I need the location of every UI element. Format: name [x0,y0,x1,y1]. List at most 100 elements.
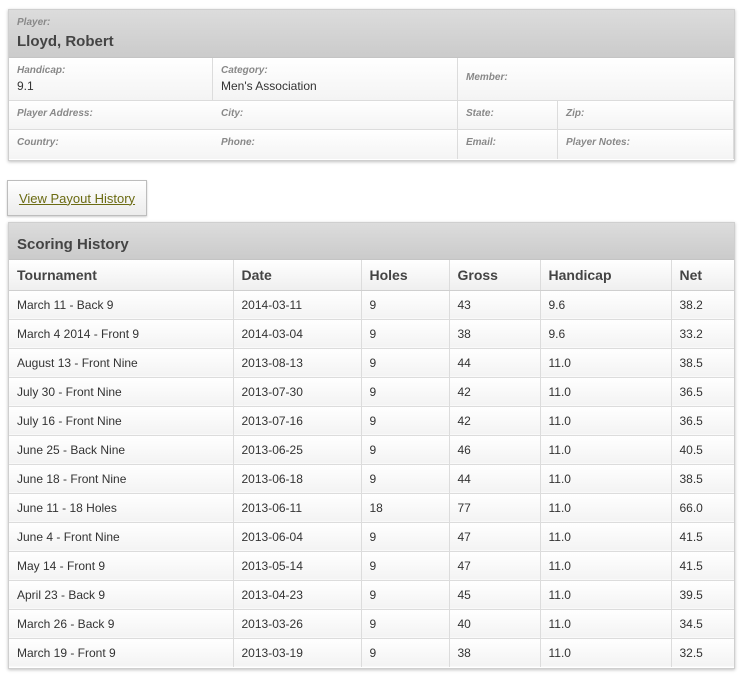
cell-date: 2014-03-11 [233,290,362,320]
cell-handicap: 11.0 [540,638,672,667]
cell-handicap: 9.6 [540,319,672,349]
address-label: Player Address: [17,108,93,119]
cell-tournament: August 13 - Front Nine [9,348,234,378]
cell-tournament: March 4 2014 - Front 9 [9,319,234,349]
cell-handicap: 11.0 [540,435,672,465]
cell-date: 2013-05-14 [233,551,362,581]
category-value: Men's Association [221,79,317,93]
cell-net: 41.5 [671,551,734,581]
cell-holes: 9 [361,290,450,320]
cell-date: 2013-03-19 [233,638,362,667]
table-row: April 23 - Back 9 2013-04-23 9 45 11.0 39.5 [9,580,734,610]
cell-holes: 9 [361,435,450,465]
scoring-table-body: March 11 - Back 9 2014-03-11 9 43 9.6 38.2 Mar… [9,290,734,667]
table-row: July 16 - Front Nine 2013-07-16 9 42 11.0 36.… [9,406,734,436]
cell-holes: 9 [361,609,450,639]
cell-handicap: 11.0 [540,406,672,436]
table-row: May 14 - Front 9 2013-05-14 9 47 11.0 41.5 [9,551,734,581]
column-header-gross[interactable]: Gross [449,260,541,291]
cell-holes: 9 [361,522,450,552]
handicap-cell: Handicap: 9.1 [9,58,213,101]
table-row: June 18 - Front Nine 2013-06-18 9 44 11.0 38.… [9,464,734,494]
cell-date: 2013-06-04 [233,522,362,552]
cell-holes: 9 [361,638,450,667]
table-row: March 26 - Back 9 2013-03-26 9 40 11.0 34.5 [9,609,734,639]
column-header-net[interactable]: Net [671,260,734,291]
cell-date: 2013-06-11 [233,493,362,523]
cell-gross: 38 [449,638,541,667]
cell-gross: 77 [449,493,541,523]
zip-label: Zip: [566,108,585,119]
cell-tournament: June 25 - Back Nine [9,435,234,465]
table-header-row: Tournament Date Holes Gross Handicap Net [9,260,734,291]
cell-tournament: March 26 - Back 9 [9,609,234,639]
cell-gross: 46 [449,435,541,465]
view-payout-history-button[interactable]: View Payout History [7,180,147,216]
category-label: Category: [221,65,268,76]
player-name: Lloyd, Robert [17,33,114,50]
cell-handicap: 11.0 [540,493,672,523]
table-row: July 30 - Front Nine 2013-07-30 9 42 11.0 36.… [9,377,734,407]
table-row: June 11 - 18 Holes 2013-06-11 18 77 11.0 66.0 [9,493,734,523]
cell-date: 2013-06-25 [233,435,362,465]
player-label: Player: [17,17,51,28]
cell-handicap: 11.0 [540,377,672,407]
cell-handicap: 9.6 [540,290,672,320]
email-label: Email: [466,137,497,148]
column-header-handicap[interactable]: Handicap [540,260,672,291]
cell-date: 2013-03-26 [233,609,362,639]
cell-tournament: March 11 - Back 9 [9,290,234,320]
table-row: June 4 - Front Nine 2013-06-04 9 47 11.0 41.5 [9,522,734,552]
cell-gross: 44 [449,464,541,494]
state-cell: State: [458,101,558,130]
cell-tournament: April 23 - Back 9 [9,580,234,610]
column-header-tournament[interactable]: Tournament [9,260,234,291]
cell-handicap: 11.0 [540,348,672,378]
cell-net: 33.2 [671,319,734,349]
zip-cell: Zip: [558,101,734,130]
cell-gross: 42 [449,377,541,407]
cell-holes: 9 [361,348,450,378]
cell-holes: 9 [361,551,450,581]
city-cell: City: [213,101,458,130]
address-cell: Player Address: [9,101,213,130]
cell-net: 36.5 [671,406,734,436]
scoring-history-title: Scoring History [9,223,734,260]
table-row: March 11 - Back 9 2014-03-11 9 43 9.6 38.2 [9,290,734,320]
cell-handicap: 11.0 [540,580,672,610]
cell-gross: 47 [449,522,541,552]
cell-gross: 44 [449,348,541,378]
cell-gross: 45 [449,580,541,610]
column-header-holes[interactable]: Holes [361,260,450,291]
cell-tournament: June 11 - 18 Holes [9,493,234,523]
cell-handicap: 11.0 [540,464,672,494]
cell-net: 36.5 [671,377,734,407]
player-info-panel: Player: Lloyd, Robert Handicap: 9.1 Cate… [8,9,735,161]
cell-holes: 18 [361,493,450,523]
table-row: June 25 - Back Nine 2013-06-25 9 46 11.0 40.5 [9,435,734,465]
phone-cell: Phone: [213,130,458,159]
table-row: March 19 - Front 9 2013-03-19 9 38 11.0 32.5 [9,638,734,667]
category-cell: Category: Men's Association [213,58,458,101]
cell-date: 2013-04-23 [233,580,362,610]
country-cell: Country: [9,130,213,159]
member-label: Member: [466,72,508,83]
cell-net: 41.5 [671,522,734,552]
scoring-table: Tournament Date Holes Gross Handicap Net… [9,260,734,667]
column-header-date[interactable]: Date [233,260,362,291]
cell-holes: 9 [361,464,450,494]
cell-holes: 9 [361,377,450,407]
cell-holes: 9 [361,580,450,610]
cell-net: 34.5 [671,609,734,639]
cell-handicap: 11.0 [540,609,672,639]
city-label: City: [221,108,244,119]
cell-gross: 38 [449,319,541,349]
cell-handicap: 11.0 [540,551,672,581]
phone-label: Phone: [221,137,255,148]
state-label: State: [466,108,494,119]
handicap-label: Handicap: [17,65,66,76]
email-cell: Email: [458,130,558,159]
cell-gross: 47 [449,551,541,581]
cell-tournament: March 19 - Front 9 [9,638,234,667]
cell-net: 66.0 [671,493,734,523]
